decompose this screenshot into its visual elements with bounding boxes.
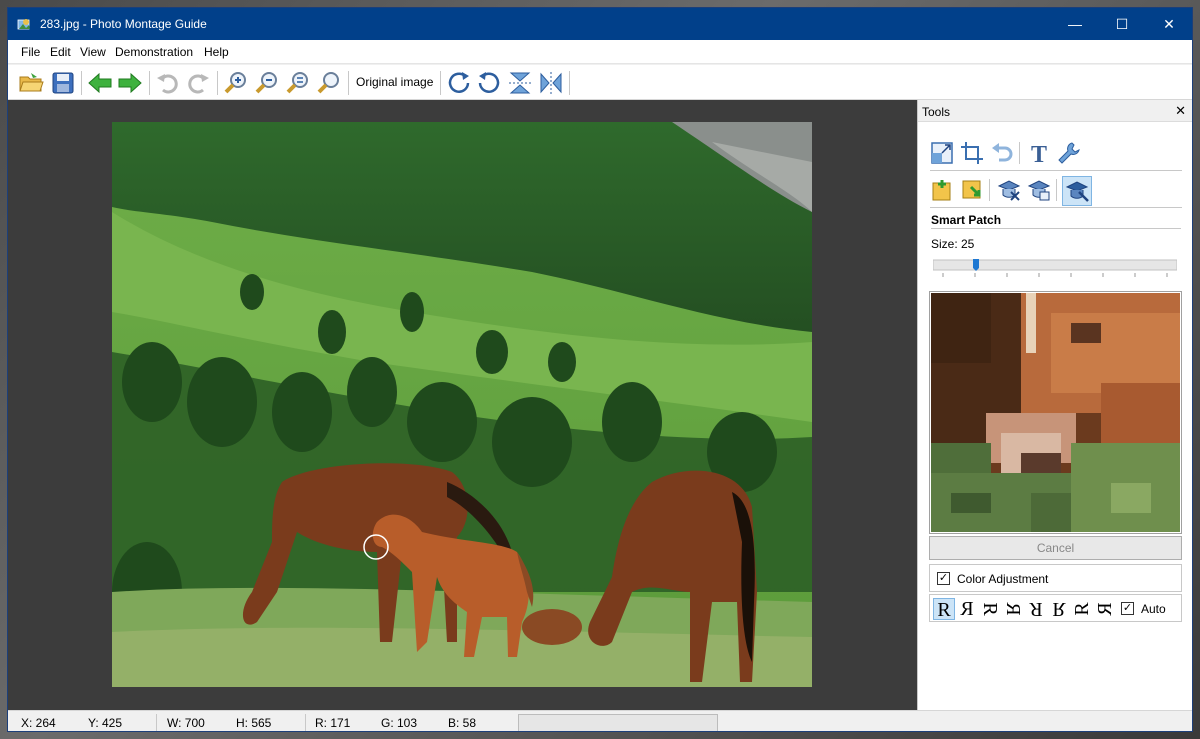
section-divider	[931, 228, 1181, 229]
size-slider[interactable]	[932, 259, 1178, 277]
progress-bar	[518, 714, 718, 731]
toolbar-separator	[440, 71, 441, 95]
toolbar-separator	[217, 71, 218, 95]
menu-help[interactable]: Help	[204, 45, 229, 59]
status-bar: X: 264 Y: 425 W: 700 H: 565 R: 171 G: 10…	[8, 710, 1192, 731]
zoom-out-icon[interactable]	[253, 69, 281, 97]
add-layer-icon[interactable]	[929, 177, 955, 203]
flip-horizontal-icon[interactable]	[537, 69, 565, 97]
zoom-actual-icon[interactable]	[315, 69, 343, 97]
tools-divider	[930, 170, 1182, 171]
tools-panel: Tools ✕ T Smart Patch Size: 25 Cancel ✓ …	[917, 100, 1192, 710]
toolbar-separator	[569, 71, 570, 95]
color-adjustment-group: ✓ Color Adjustment	[929, 564, 1182, 592]
status-x: X: 264	[21, 716, 56, 730]
toolbar-separator	[149, 71, 150, 95]
text-tool-icon[interactable]: T	[1026, 140, 1052, 168]
export-layer-icon[interactable]	[959, 177, 985, 203]
toolbar-separator	[348, 71, 349, 95]
original-image-button[interactable]: Original image	[356, 75, 433, 89]
status-separator	[156, 714, 157, 731]
menu-view[interactable]: View	[80, 45, 106, 59]
image-canvas[interactable]	[8, 100, 917, 710]
section-title: Smart Patch	[931, 213, 1002, 227]
status-blue: B: 58	[448, 716, 477, 730]
orientation-group: R R R R R R R R ✓ Auto	[929, 594, 1182, 622]
undo-icon[interactable]	[154, 69, 182, 97]
size-label: Size: 25	[931, 237, 975, 251]
crop-tool-icon[interactable]	[959, 140, 985, 166]
wrench-tool-icon[interactable]	[1056, 140, 1082, 166]
tools-separator	[1056, 179, 1057, 201]
cancel-button[interactable]: Cancel	[929, 536, 1182, 560]
toolbar-separator	[81, 71, 82, 95]
smart-patch-tool-icon[interactable]	[1062, 176, 1092, 206]
tools-separator	[989, 179, 990, 201]
menu-bar: File Edit View Demonstration Help	[8, 40, 1192, 64]
menu-edit[interactable]: Edit	[50, 45, 71, 59]
title-bar[interactable]: 283.jpg - Photo Montage Guide — ☐ ✕	[8, 8, 1192, 40]
patch-preview	[929, 291, 1182, 534]
guide-remove-icon[interactable]	[996, 177, 1022, 203]
photo-image[interactable]	[112, 122, 812, 687]
redo-icon[interactable]	[184, 69, 212, 97]
minimize-button[interactable]: —	[1052, 8, 1098, 40]
forward-arrow-icon[interactable]	[116, 69, 144, 97]
status-height: H: 565	[236, 716, 272, 730]
menu-demonstration[interactable]: Demonstration	[115, 45, 193, 59]
resize-tool-icon[interactable]	[929, 140, 955, 166]
rotate-left-icon[interactable]	[475, 69, 503, 97]
status-red: R: 171	[315, 716, 351, 730]
app-logo-icon	[16, 16, 33, 33]
maximize-button[interactable]: ☐	[1099, 8, 1145, 40]
orientation-rotate-270-mirror-button[interactable]: R	[1094, 598, 1116, 620]
menu-file[interactable]: File	[21, 45, 40, 59]
orientation-mirror-button[interactable]: R	[956, 598, 978, 620]
toolbar: Original image	[8, 65, 1192, 100]
tools-separator	[1019, 142, 1020, 164]
window-title: 283.jpg - Photo Montage Guide	[40, 17, 207, 31]
orientation-normal-button[interactable]: R	[933, 598, 955, 621]
open-folder-icon[interactable]	[17, 69, 45, 97]
tools-panel-close-button[interactable]: ✕	[1175, 103, 1186, 119]
zoom-fit-icon[interactable]	[284, 69, 312, 97]
orientation-rotate-90-button[interactable]: R	[979, 598, 1001, 620]
save-icon[interactable]	[49, 69, 77, 97]
color-adjustment-label: Color Adjustment	[957, 572, 1049, 586]
tools-panel-header: Tools ✕	[918, 100, 1192, 122]
zoom-in-icon[interactable]	[222, 69, 250, 97]
tools-panel-title: Tools	[922, 105, 951, 119]
flip-vertical-icon[interactable]	[506, 69, 534, 97]
orientation-rotate-90-mirror-button[interactable]: R	[1002, 598, 1024, 620]
status-green: G: 103	[381, 716, 418, 730]
status-separator	[305, 714, 306, 731]
auto-label: Auto	[1141, 602, 1166, 616]
guide-book-icon[interactable]	[1026, 177, 1052, 203]
orientation-flip-button[interactable]: R	[1048, 598, 1070, 620]
svg-text:T: T	[1031, 142, 1047, 166]
app-window: 283.jpg - Photo Montage Guide — ☐ ✕ File…	[7, 7, 1193, 732]
close-button[interactable]: ✕	[1146, 8, 1192, 40]
status-width: W: 700	[167, 716, 205, 730]
tools-divider	[930, 207, 1182, 208]
orientation-rotate-270-button[interactable]: R	[1071, 598, 1093, 620]
auto-checkbox[interactable]: ✓	[1121, 602, 1134, 615]
orientation-rotate-180-button[interactable]: R	[1025, 598, 1047, 620]
back-arrow-icon[interactable]	[86, 69, 114, 97]
undo-tool-icon[interactable]	[989, 140, 1015, 166]
color-adjustment-checkbox[interactable]: ✓	[937, 572, 950, 585]
rotate-right-icon[interactable]	[445, 69, 473, 97]
status-y: Y: 425	[88, 716, 123, 730]
